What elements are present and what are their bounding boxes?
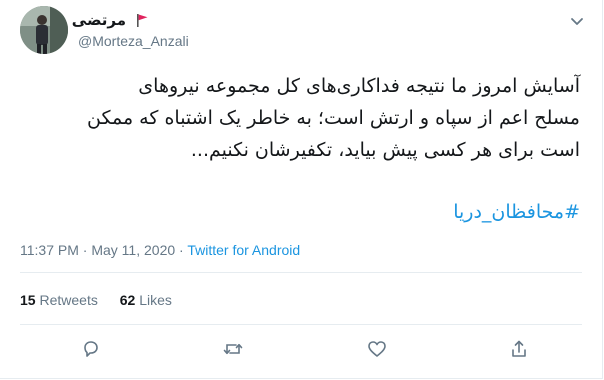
hashtag-link[interactable]: #محافظان_دریا [453, 196, 580, 228]
tweet-date[interactable]: May 11, 2020 [91, 242, 175, 258]
tweet-card: مرتضی @Morteza_Anzali آسایش امروز ما نتی… [0, 0, 603, 379]
meta-separator: · [78, 242, 92, 258]
avatar-photo [20, 6, 68, 54]
share-icon [512, 340, 526, 357]
retweets-stat[interactable]: 15 Retweets [20, 292, 98, 308]
tweet-source-link[interactable]: Twitter for Android [187, 242, 300, 258]
tweet-meta: 11:37 PM · May 11, 2020 · Twitter for An… [20, 240, 300, 260]
tweet-line: آسایش امروز ما نتیجه فداکاری‌های کل مجمو… [138, 75, 580, 97]
display-name[interactable]: مرتضی [72, 10, 126, 30]
tweet-text: آسایش امروز ما نتیجه فداکاری‌های کل مجمو… [20, 70, 580, 166]
retweet-button[interactable] [222, 338, 244, 360]
avatar[interactable] [20, 6, 68, 54]
user-name-row[interactable]: مرتضی [72, 10, 150, 30]
meta-separator: · [175, 242, 188, 258]
retweets-count: 15 [20, 292, 36, 308]
share-button[interactable] [508, 338, 530, 360]
retweets-label: Retweets [39, 292, 98, 308]
like-button[interactable] [366, 338, 388, 360]
reply-button[interactable] [80, 338, 102, 360]
red-flag-icon [137, 14, 148, 27]
likes-stat[interactable]: 62 Likes [120, 292, 172, 308]
heart-icon [368, 341, 386, 357]
retweet-icon [223, 343, 243, 355]
tweet-time[interactable]: 11:37 PM [20, 242, 79, 258]
divider [20, 324, 582, 325]
reply-icon [84, 341, 98, 357]
divider [20, 272, 582, 273]
chevron-down-icon[interactable] [568, 12, 586, 30]
likes-count: 62 [119, 292, 136, 308]
likes-label: Likes [139, 292, 172, 308]
tweet-actions [0, 336, 604, 364]
tweet-line: است برای هر کسی پیش بیاید، تکفیرشان نکنی… [190, 139, 580, 161]
tweet-line: مسلح اعم از سپاه و ارتش است؛ به خاطر یک … [87, 107, 580, 129]
user-handle[interactable]: @Morteza_Anzali [78, 32, 189, 50]
tweet-stats: 15 Retweets 62 Likes [20, 290, 190, 310]
